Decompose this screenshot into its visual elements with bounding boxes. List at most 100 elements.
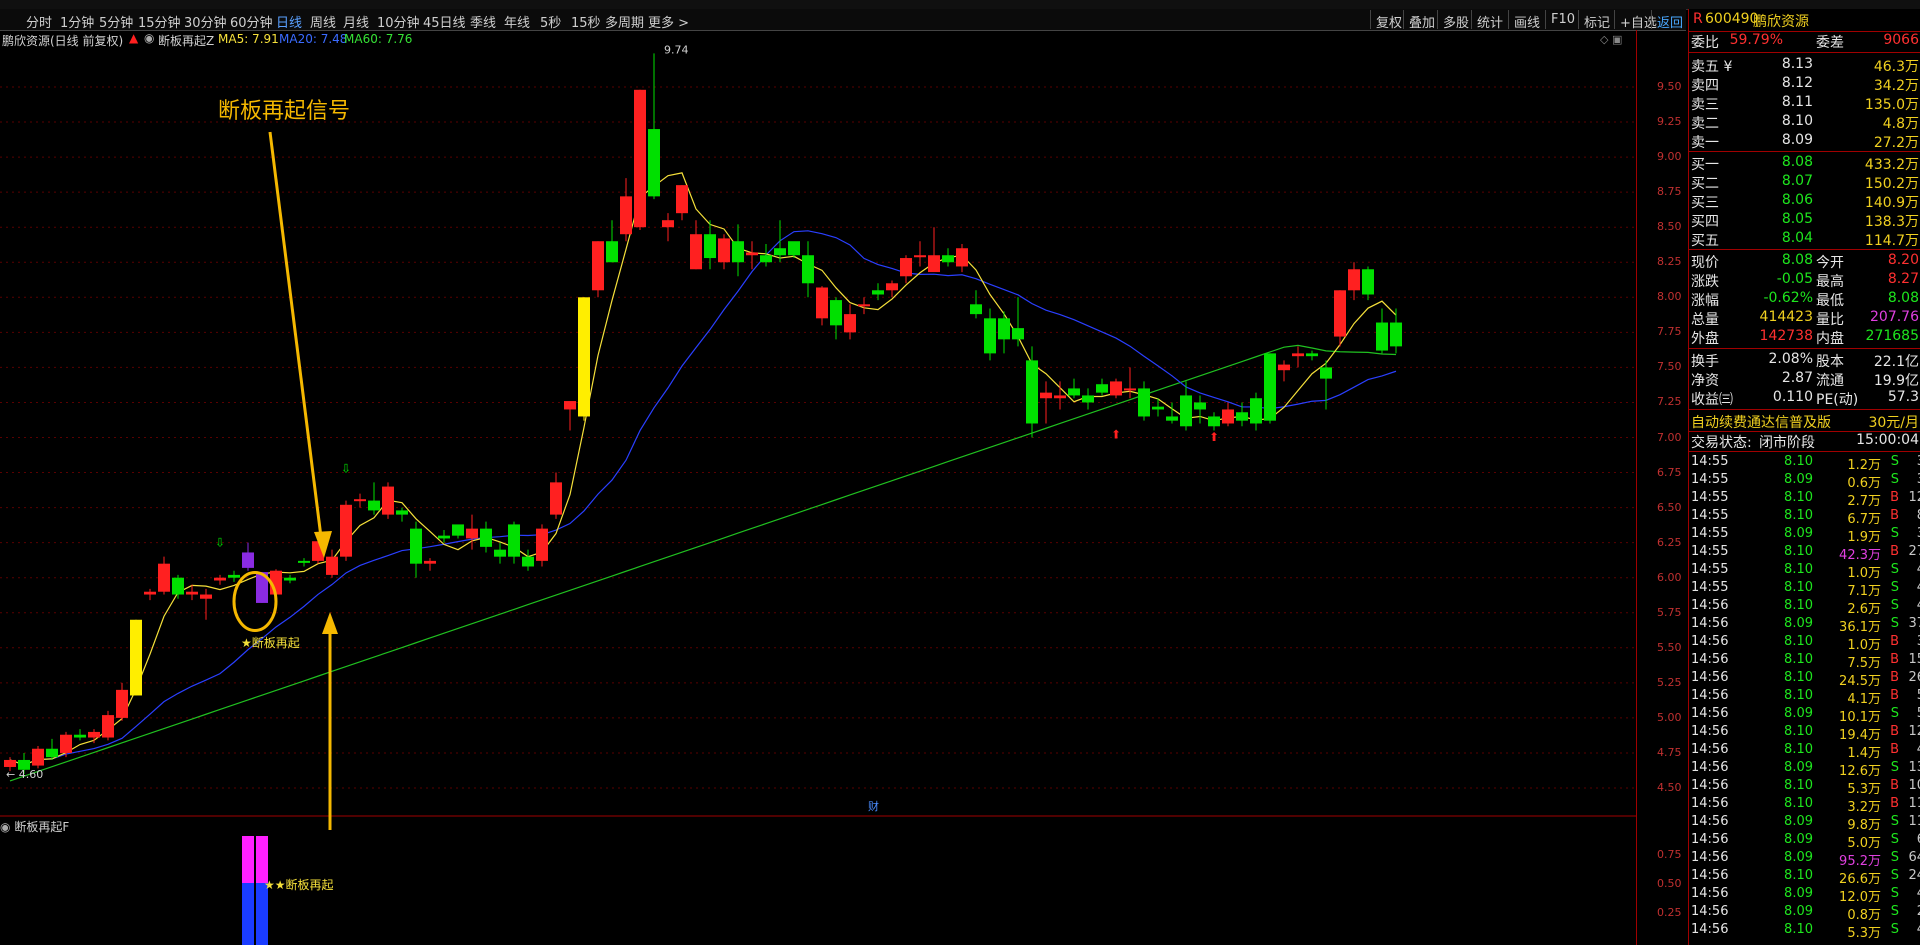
candle-body (1348, 269, 1360, 291)
tick-time: 14:56 (1691, 922, 1729, 937)
tick-time: 14:56 (1691, 904, 1729, 919)
candle-body (802, 255, 814, 284)
candle-body (1068, 388, 1080, 396)
tick-row: 14:558.091.9万S3 (1689, 526, 1920, 545)
stat-value: -0.05 (1776, 271, 1813, 287)
bid-label: 买三 (1691, 195, 1719, 211)
tick-row: 14:56 8.09 36.1万 S 37 (1689, 616, 1920, 635)
axis-tick-label: 6.25 (1657, 535, 1682, 549)
stat-label: 现价 (1691, 255, 1719, 271)
weibi-value: 59.79% (1729, 32, 1783, 48)
tick-time: 14:56 (1691, 742, 1729, 757)
period-tab-13[interactable]: 5秒 (540, 12, 561, 31)
candle-body (998, 318, 1010, 340)
kline-chart[interactable]: 9.74 ← 4.60 ★断板再起 ⇩ ⇩ ⬆ ⬆ 财 ★★断板再起 (0, 30, 1636, 945)
tick-side: S (1890, 616, 1899, 631)
period-tab-11[interactable]: 季线 (470, 12, 496, 31)
bid-volume: 114.7万 (1864, 233, 1919, 249)
candle-body (480, 528, 492, 547)
sub-bar-top (256, 836, 268, 883)
ask-row: 卖二 8.10 4.8万 (1689, 113, 1920, 132)
tick-time: 14:56 (1691, 706, 1729, 721)
period-tab-5[interactable]: 60分钟 (230, 12, 273, 31)
tick-time: 14:56 (1691, 652, 1729, 667)
stat-row: 涨幅 -0.62% 最低 8.08 (1689, 290, 1920, 309)
candle-body (858, 304, 870, 307)
toolbar-btn-4[interactable]: 画线 (1508, 10, 1545, 31)
sub-panel-title[interactable]: 断板再起F (14, 820, 69, 834)
candle-body (32, 748, 44, 766)
tick-side: S (1890, 562, 1899, 577)
low-marker: ← 4.60 (6, 768, 43, 781)
toolbar-btn-5[interactable]: F10 (1545, 10, 1580, 29)
period-tab-3[interactable]: 15分钟 (138, 12, 181, 31)
tick-side: B (1890, 508, 1899, 523)
period-tab-9[interactable]: 10分钟 (377, 12, 420, 31)
toolbar-btn-3[interactable]: 统计 (1471, 10, 1508, 31)
period-tab-1[interactable]: 1分钟 (60, 12, 94, 31)
period-tab-7[interactable]: 周线 (310, 12, 336, 31)
candle-body (634, 89, 646, 228)
toolbar-btn-2[interactable]: 多股 (1437, 10, 1474, 31)
candle-body (550, 482, 562, 515)
candle-body (1110, 381, 1122, 396)
tick-volume: 1.0万 (1847, 566, 1881, 581)
tick-price: 8.10 (1784, 454, 1813, 469)
promo-text[interactable]: 自动续费通达信普及版 (1691, 412, 1831, 432)
toolbar-btn-6[interactable]: 标记 (1578, 10, 1615, 31)
candle-body (116, 689, 128, 718)
candle-body (536, 528, 548, 561)
candle-body (970, 304, 982, 315)
period-tab-8[interactable]: 月线 (343, 12, 369, 31)
period-tab-16[interactable]: 更多 > (648, 12, 689, 31)
candle-body (788, 241, 800, 256)
promo-price[interactable]: 30元/月 (1868, 412, 1919, 432)
period-tab-6[interactable]: 日线 (276, 12, 302, 31)
period-tab-4[interactable]: 30分钟 (184, 12, 227, 31)
candle-body (228, 574, 240, 578)
candle-body (1278, 364, 1290, 371)
candle-body (466, 528, 478, 539)
tick-time: 14:55 (1691, 544, 1729, 559)
axis-tick-label: 6.75 (1657, 465, 1682, 479)
tick-side: S (1890, 580, 1899, 595)
candle-body (172, 577, 184, 595)
finance-marker[interactable]: 财 (868, 799, 879, 813)
sub-panel-header: ◉ 断板再起F (0, 818, 69, 835)
stat-label: 内盘 (1816, 331, 1844, 347)
period-tab-10[interactable]: 45日线 (423, 12, 466, 31)
tick-price: 8.10 (1784, 490, 1813, 505)
toolbar-btn-0[interactable]: 复权 (1370, 10, 1407, 31)
toolbar-btn-1[interactable]: 叠加 (1403, 10, 1440, 31)
period-tab-2[interactable]: 5分钟 (99, 12, 133, 31)
candle-body (872, 290, 884, 295)
sub-panel-toggle-icon[interactable]: ◉ (0, 820, 10, 834)
tick-side: B (1890, 670, 1899, 685)
tick-price: 8.09 (1784, 760, 1813, 775)
tick-count: 13 (1908, 760, 1920, 775)
tick-side: B (1890, 724, 1899, 739)
period-tab-15[interactable]: 多周期 (605, 12, 644, 31)
stat2-value: 2.87 (1781, 370, 1813, 386)
stat2-value: 0.110 (1772, 389, 1813, 405)
period-tab-12[interactable]: 年线 (504, 12, 530, 31)
tick-time: 14:55 (1691, 454, 1729, 469)
period-tab-0[interactable]: 分时 (26, 12, 52, 31)
tick-time: 14:55 (1691, 490, 1729, 505)
tick-volume: 5.3万 (1847, 782, 1881, 797)
price-axis: 9.50 9.25 9.00 8.75 8.50 8.25 8.00 7.75 7.50 7.25… (1636, 30, 1687, 945)
candle-body (704, 234, 716, 259)
axis-tick-label: 5.75 (1657, 605, 1682, 619)
tick-volume: 2.7万 (1847, 494, 1881, 509)
toolbar-btn-8[interactable]: 返回 (1651, 10, 1688, 31)
tick-row: 14:568.101.0万B3 (1689, 634, 1920, 653)
tick-row: 14:56 8.10 26.6万 S 24 (1689, 868, 1920, 887)
period-tab-14[interactable]: 15秒 (571, 12, 601, 31)
tick-volume: 19.4万 (1839, 728, 1881, 743)
tick-price: 8.09 (1784, 850, 1813, 865)
axis-tick-label: 8.25 (1657, 255, 1682, 269)
ask-price: 8.10 (1781, 113, 1813, 129)
candle-body (452, 524, 464, 536)
tick-time: 14:55 (1691, 508, 1729, 523)
tick-price: 8.10 (1784, 868, 1813, 883)
